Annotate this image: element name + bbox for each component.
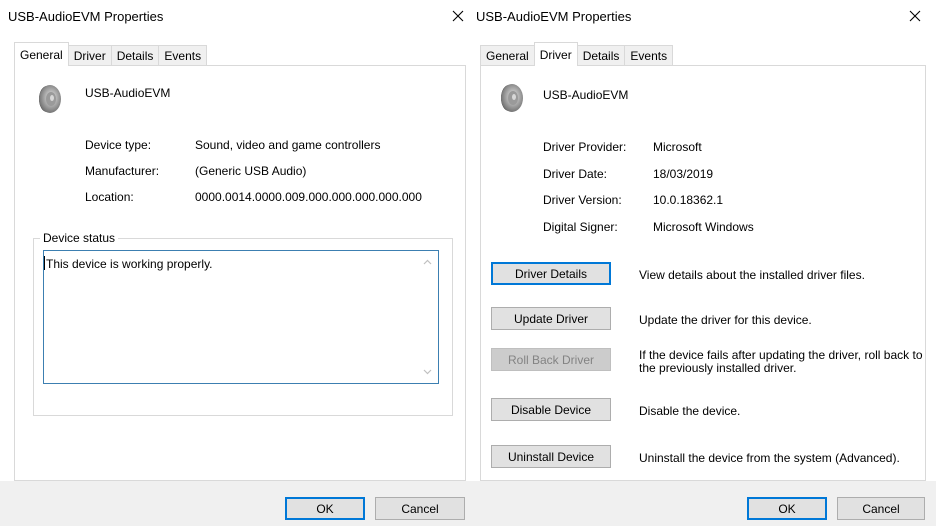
disable-device-desc: Disable the device. [639,404,741,418]
window-title: USB-AudioEVM Properties [8,9,164,24]
disable-device-button[interactable]: Disable Device [491,398,611,421]
window-title: USB-AudioEVM Properties [476,9,632,24]
driver-provider-value: Microsoft [653,140,702,154]
close-button[interactable] [901,3,929,29]
location-label: Location: [85,190,134,204]
driver-version-value: 10.0.18362.1 [653,193,724,207]
digital-signer-value: Microsoft Windows [653,220,754,234]
scroll-up-icon[interactable] [423,258,432,267]
ok-button[interactable]: OK [285,497,365,520]
digital-signer-label: Digital Signer: [543,220,618,234]
manufacturer-label: Manufacturer: [85,164,160,178]
tab-details[interactable]: Details [576,45,626,66]
tab-events[interactable]: Events [158,45,208,66]
device-type-label: Device type: [85,138,152,152]
tab-general[interactable]: General [14,42,69,66]
roll-back-driver-desc: If the device fails after updating the d… [639,348,923,375]
tab-details[interactable]: Details [110,45,160,66]
text-caret [44,256,45,270]
driver-provider-label: Driver Provider: [543,140,627,154]
ok-button[interactable]: OK [747,497,827,520]
manufacturer-value: (Generic USB Audio) [195,164,307,178]
uninstall-device-button[interactable]: Uninstall Device [491,445,611,468]
close-icon [452,10,464,22]
device-name: USB-AudioEVM [543,88,629,102]
driver-version-label: Driver Version: [543,193,622,207]
roll-back-driver-button[interactable]: Roll Back Driver [491,348,611,371]
device-status-text: This device is working properly. [46,257,213,271]
properties-dialog-driver: USB-AudioEVM Properties General Driver D… [472,0,936,526]
speaker-icon [501,84,523,112]
properties-dialog-general: USB-AudioEVM Properties General Driver D… [0,0,472,526]
tab-strip: General Driver Details Events [480,42,674,66]
device-status-textbox[interactable]: This device is working properly. [43,250,439,384]
uninstall-device-desc: Uninstall the device from the system (Ad… [639,451,900,465]
speaker-icon [39,85,61,113]
close-icon [909,10,921,22]
device-type-value: Sound, video and game controllers [195,138,381,152]
driver-details-button[interactable]: Driver Details [491,262,611,285]
button-band: OK Cancel [472,481,936,526]
tab-general[interactable]: General [480,45,535,66]
driver-date-value: 18/03/2019 [653,167,714,181]
button-band: OK Cancel [0,481,472,526]
tab-driver[interactable]: Driver [67,45,112,66]
title-bar: USB-AudioEVM Properties [472,0,936,34]
tab-strip: General Driver Details Events [14,42,208,66]
device-name: USB-AudioEVM [85,86,171,100]
location-value: 0000.0014.0000.009.000.000.000.000.000 [195,190,422,204]
device-status-label: Device status [40,231,119,245]
cancel-button[interactable]: Cancel [837,497,925,520]
title-bar: USB-AudioEVM Properties [0,0,472,34]
driver-date-label: Driver Date: [543,167,608,181]
tab-events[interactable]: Events [624,45,674,66]
tab-driver[interactable]: Driver [533,42,578,66]
update-driver-desc: Update the driver for this device. [639,313,812,327]
scroll-down-icon[interactable] [423,367,432,376]
close-button[interactable] [444,3,472,29]
cancel-button[interactable]: Cancel [375,497,465,520]
driver-details-desc: View details about the installed driver … [639,268,865,282]
update-driver-button[interactable]: Update Driver [491,307,611,330]
